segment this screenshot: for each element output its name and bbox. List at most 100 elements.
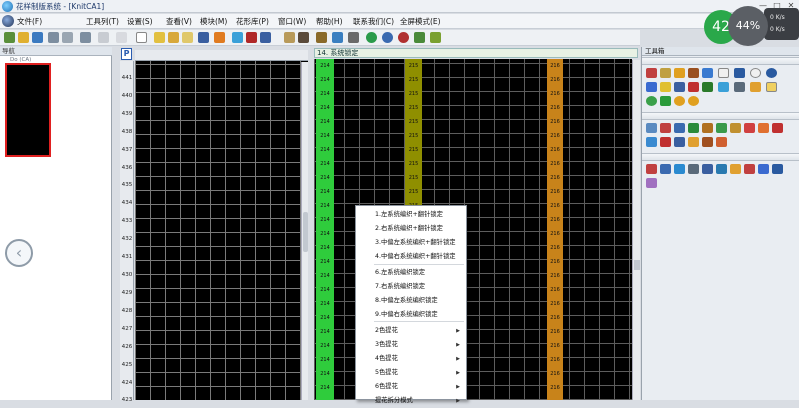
context-menu-item[interactable]: 4色提花 ▶ — [356, 352, 466, 366]
green-column[interactable]: 214 214 214 214 214 214 214 214 214 214 214 214 214 2… — [316, 59, 334, 400]
red-circle-icon[interactable] — [398, 32, 409, 43]
tool-icon[interactable] — [646, 178, 657, 188]
blue-circle-icon[interactable] — [382, 32, 393, 43]
tool-icon[interactable] — [716, 137, 727, 147]
menu-pattern-library[interactable]: 花形库(P) — [236, 16, 269, 27]
context-menu-item[interactable]: 提花拆分模式 ▶ — [356, 394, 466, 408]
forward-icon[interactable] — [80, 32, 91, 43]
context-menu-item[interactable]: 5色提花 ▶ — [356, 366, 466, 380]
tool-icon[interactable] — [730, 164, 741, 174]
menu-help[interactable]: 帮助(H) — [316, 16, 343, 27]
folder-icon[interactable] — [182, 32, 193, 43]
redo-icon[interactable] — [62, 32, 73, 43]
tool-icon[interactable] — [646, 137, 657, 147]
blue-bar-icon[interactable] — [260, 32, 271, 43]
pattern-icon[interactable] — [284, 32, 295, 43]
save-icon[interactable] — [32, 32, 43, 43]
menu-toolbar[interactable]: 工具列(T) — [86, 16, 119, 27]
fill-icon[interactable] — [660, 82, 671, 92]
system-menu-icon[interactable] — [2, 15, 14, 27]
context-menu-item[interactable]: 2.右系统编织+翻针锁定 — [356, 222, 466, 236]
tool-icon[interactable] — [646, 123, 657, 133]
tool-icon[interactable] — [702, 164, 713, 174]
wave-icon[interactable] — [702, 82, 713, 92]
context-menu-item[interactable]: 3色提花 ▶ — [356, 338, 466, 352]
tool-icon[interactable] — [674, 123, 685, 133]
tool-icon[interactable] — [772, 164, 783, 174]
menu-window[interactable]: 窗口(W) — [278, 16, 306, 27]
grid-icon[interactable] — [734, 82, 745, 92]
blank-page-icon[interactable] — [136, 32, 147, 43]
undo-icon[interactable] — [48, 32, 59, 43]
tool-icon[interactable] — [702, 137, 713, 147]
tool-icon[interactable] — [688, 137, 699, 147]
tool-icon[interactable] — [716, 123, 727, 133]
tool-icon[interactable] — [660, 164, 671, 174]
orange-column[interactable]: 216 216 216 216 216 216 216 216 216 216 216 216 216 2… — [547, 59, 563, 400]
menu-view[interactable]: 查看(V) — [166, 16, 192, 27]
menu-fullscreen[interactable]: 全屏模式(E) — [400, 16, 441, 27]
fill-icon[interactable] — [430, 32, 441, 43]
red-bar-icon[interactable] — [246, 32, 257, 43]
tool-icon[interactable] — [348, 32, 359, 43]
tool-icon[interactable] — [674, 164, 685, 174]
tool-icon[interactable] — [646, 164, 657, 174]
context-menu-item[interactable]: 4.中偏右系统编织+翻针锁定 — [356, 250, 466, 264]
rectangle-icon[interactable] — [718, 68, 729, 78]
tool-icon[interactable] — [688, 123, 699, 133]
nav-thumbnail[interactable] — [5, 63, 51, 157]
new-icon[interactable] — [4, 32, 15, 43]
tool-icon[interactable] — [660, 123, 671, 133]
menu-contact[interactable]: 联系我们(C) — [353, 16, 394, 27]
pipe-icon[interactable] — [718, 82, 729, 92]
toolbox-section[interactable] — [642, 153, 799, 161]
pencil-icon[interactable] — [660, 68, 671, 78]
tool-icon[interactable] — [688, 164, 699, 174]
filled-rectangle-icon[interactable] — [734, 68, 745, 78]
context-menu-item[interactable]: 2色提花 ▶ — [356, 324, 466, 338]
stitch-icon[interactable] — [298, 32, 309, 43]
filled-ellipse-icon[interactable] — [766, 68, 777, 78]
pen-icon[interactable] — [674, 68, 685, 78]
move-icon[interactable] — [766, 82, 777, 92]
refresh-icon[interactable] — [646, 96, 657, 106]
diamond-icon[interactable] — [646, 82, 657, 92]
toolbox-section[interactable] — [642, 57, 799, 65]
context-menu-item[interactable]: 7.右系统编织锁定 — [356, 280, 466, 294]
tool-icon[interactable] — [702, 123, 713, 133]
tool-icon[interactable] — [758, 164, 769, 174]
arrow-icon[interactable] — [660, 96, 671, 106]
edit-icon[interactable] — [154, 32, 165, 43]
tool-icon[interactable] — [730, 123, 741, 133]
tool-icon[interactable] — [674, 137, 685, 147]
chart-icon[interactable] — [214, 32, 225, 43]
line-icon[interactable] — [688, 68, 699, 78]
copy-icon[interactable] — [98, 32, 109, 43]
tool-icon[interactable] — [744, 123, 755, 133]
right-vertical-scrollbar[interactable] — [632, 60, 640, 400]
table-icon[interactable] — [674, 82, 685, 92]
select-icon[interactable] — [750, 82, 761, 92]
texture-icon[interactable] — [316, 32, 327, 43]
paste-icon[interactable] — [116, 32, 127, 43]
tool-icon[interactable] — [758, 123, 769, 133]
p-tab[interactable]: P — [121, 48, 132, 60]
scroll-thumb[interactable] — [303, 212, 308, 252]
context-menu-item[interactable]: 9.中偏右系统编织锁定 — [356, 308, 466, 322]
context-menu-item[interactable]: 3.中偏左系统编织+翻针锁定 — [356, 236, 466, 250]
plant-icon[interactable] — [414, 32, 425, 43]
shape-icon[interactable] — [688, 82, 699, 92]
menu-settings[interactable]: 设置(S) — [127, 16, 153, 27]
open-icon[interactable] — [18, 32, 29, 43]
context-menu-item[interactable]: 1.左系统编织+翻针锁定 — [356, 208, 466, 222]
left-stitch-grid[interactable] — [135, 61, 308, 400]
pencil-icon[interactable] — [168, 32, 179, 43]
context-menu-item[interactable]: 6色提花 ▶ — [356, 380, 466, 394]
toolbox-section[interactable] — [642, 112, 799, 120]
tool-icon[interactable] — [660, 137, 671, 147]
user-icon[interactable] — [198, 32, 209, 43]
back-arrow-icon[interactable]: ‹ — [5, 239, 33, 267]
menu-file[interactable]: 文件(F) — [17, 16, 42, 27]
context-menu-item[interactable]: 8.中偏左系统编织锁定 — [356, 294, 466, 308]
green-circle-icon[interactable] — [366, 32, 377, 43]
